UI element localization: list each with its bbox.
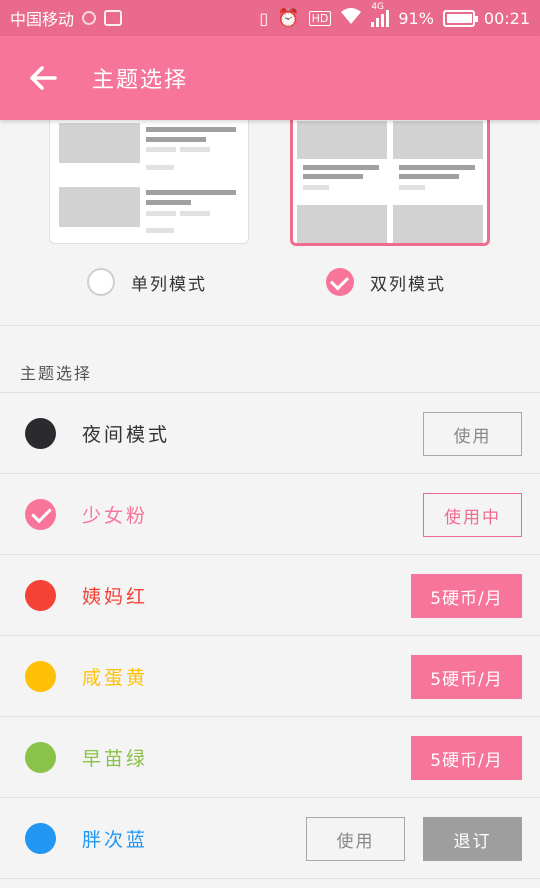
single-column-radio[interactable] xyxy=(87,268,115,296)
theme-color-dot xyxy=(25,823,56,854)
layout-mode-section: 单列模式 双列模式 xyxy=(0,110,540,326)
status-bar: 中国移动 ▯ ⏰ HD 4G 91% 00:21 xyxy=(0,0,540,36)
single-column-label: 单列模式 xyxy=(131,274,207,295)
double-column-radio[interactable] xyxy=(326,268,354,296)
buy-button[interactable]: 5硬币/月 xyxy=(411,574,522,618)
battery-icon xyxy=(442,9,478,27)
wifi-icon xyxy=(340,7,362,29)
theme-name: 咸蛋黄 xyxy=(82,666,149,689)
single-column-option[interactable]: 单列模式 xyxy=(87,268,207,296)
signal-icon: 4G xyxy=(371,2,390,27)
clock: 00:21 xyxy=(483,8,530,28)
page-title: 主题选择 xyxy=(92,68,189,93)
theme-row-red: 姨妈红 5硬币/月 xyxy=(0,555,540,636)
theme-row-yellow: 咸蛋黄 5硬币/月 xyxy=(0,636,540,717)
in-use-button[interactable]: 使用中 xyxy=(423,493,522,537)
double-column-option[interactable]: 双列模式 xyxy=(326,268,446,296)
theme-color-dot xyxy=(25,580,56,611)
theme-color-dot xyxy=(25,742,56,773)
notification-icon xyxy=(82,11,97,25)
theme-name: 早苗绿 xyxy=(82,747,149,770)
theme-row-pink: 少女粉 使用中 xyxy=(0,474,540,555)
use-button[interactable]: 使用 xyxy=(423,412,522,456)
theme-row-blue: 胖次蓝 使用 退订 xyxy=(0,798,540,879)
unsubscribe-button[interactable]: 退订 xyxy=(423,817,522,861)
theme-row-green: 早苗绿 5硬币/月 xyxy=(0,717,540,798)
double-column-preview[interactable] xyxy=(290,110,490,246)
back-arrow-icon[interactable] xyxy=(28,63,58,93)
vibrate-icon: ▯ xyxy=(259,8,269,28)
single-column-preview[interactable] xyxy=(49,110,249,244)
hd-icon: HD xyxy=(308,10,332,26)
theme-name: 姨妈红 xyxy=(82,585,149,608)
app-bar: 主题选择 xyxy=(0,36,540,120)
theme-color-dot xyxy=(25,661,56,692)
theme-list: 夜间模式 使用 少女粉 使用中 姨妈红 5硬币/月 咸蛋黄 5硬币/月 早苗绿 … xyxy=(0,392,540,879)
double-column-label: 双列模式 xyxy=(370,274,446,295)
theme-row-night: 夜间模式 使用 xyxy=(0,393,540,474)
theme-color-dot xyxy=(25,418,56,449)
buy-button[interactable]: 5硬币/月 xyxy=(411,655,522,699)
theme-name: 胖次蓝 xyxy=(82,828,149,851)
alarm-icon: ⏰ xyxy=(277,7,300,29)
use-button[interactable]: 使用 xyxy=(306,817,405,861)
battery-percent: 91% xyxy=(398,8,434,28)
theme-name: 夜间模式 xyxy=(82,423,171,446)
carrier-label: 中国移动 xyxy=(10,10,75,29)
buy-button[interactable]: 5硬币/月 xyxy=(411,736,522,780)
theme-section-title: 主题选择 xyxy=(20,364,93,383)
theme-name: 少女粉 xyxy=(82,504,149,527)
theme-selected-check-icon xyxy=(25,499,56,530)
image-notification-icon xyxy=(104,10,123,26)
